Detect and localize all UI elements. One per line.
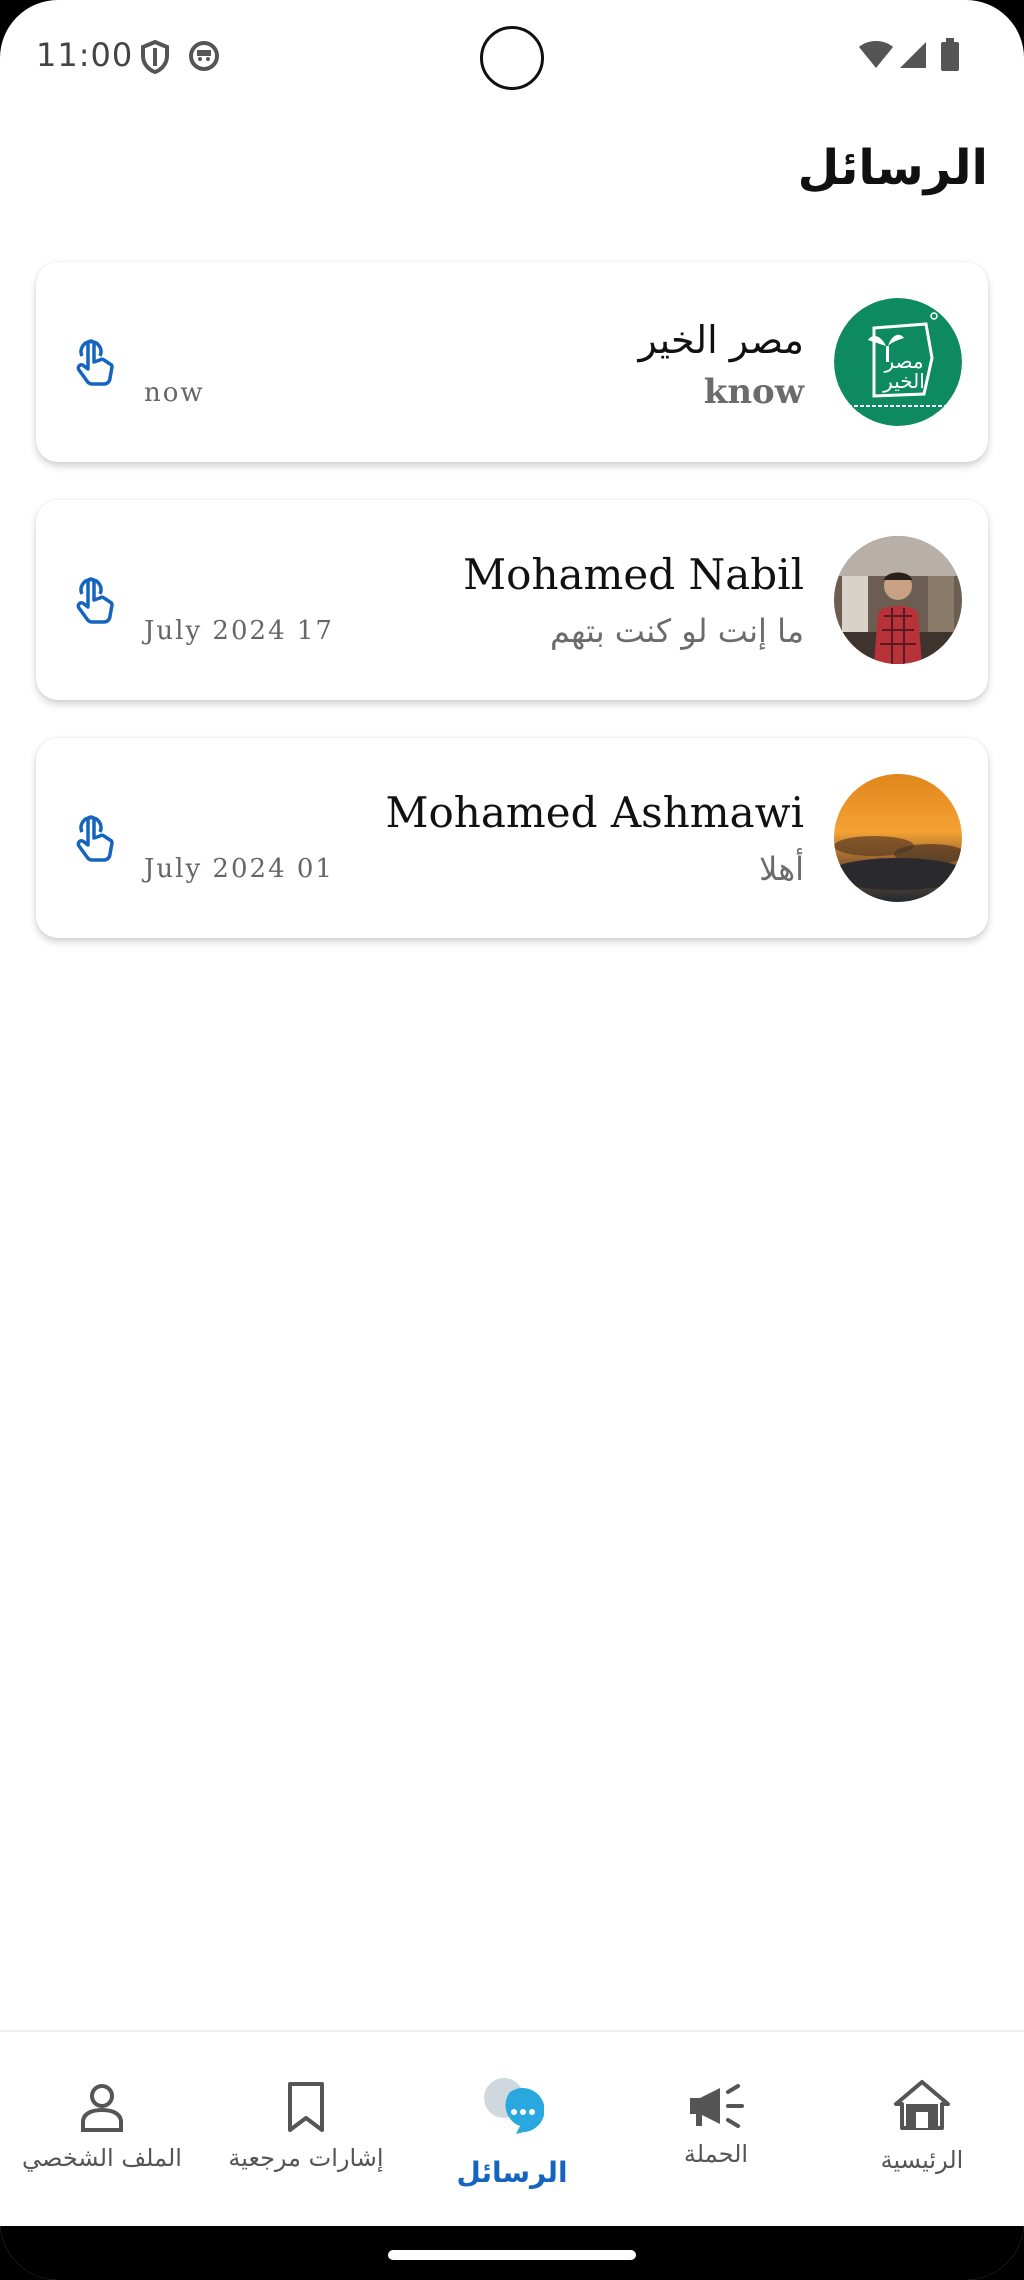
last-message: أهلا <box>759 850 804 888</box>
person-icon <box>81 2084 123 2132</box>
home-icon <box>894 2080 950 2130</box>
bottom-navigation: الملف الشخصي إشارات مرجعية الرسائل الحمل… <box>0 2030 1024 2226</box>
nav-item-bookmarks[interactable]: إشارات مرجعية <box>206 2032 406 2228</box>
status-time: 11:00 <box>36 36 134 74</box>
camera-cutout <box>480 26 544 90</box>
conversation-card[interactable]: مصر الخير مصر الخير know now <box>36 262 988 462</box>
nav-label: الرئيسية <box>880 2146 964 2174</box>
nav-item-home[interactable]: الرئيسية <box>822 2032 1022 2228</box>
nav-label: إشارات مرجعية <box>228 2144 384 2172</box>
misr-elkheir-logo: مصر الخير <box>834 298 962 426</box>
message-time: now <box>144 378 205 408</box>
last-message: know <box>703 372 804 412</box>
avatar: مصر الخير <box>834 298 962 426</box>
battery-icon <box>941 38 959 71</box>
nav-item-profile[interactable]: الملف الشخصي <box>2 2032 202 2228</box>
megaphone-icon <box>690 2084 744 2128</box>
conversation-name: Mohamed Nabil <box>463 550 804 599</box>
nav-item-campaign[interactable]: الحملة <box>616 2032 816 2228</box>
last-message: ما إنت لو كنت بتهم <box>550 612 804 650</box>
bookmark-icon <box>288 2082 324 2132</box>
svg-text:الخير: الخير <box>882 369 925 393</box>
chat-icon <box>484 2078 544 2134</box>
nav-label: الحملة <box>683 2140 749 2168</box>
nav-label: الرسائل <box>456 2156 568 2189</box>
message-time: July 2024 17 <box>144 616 334 646</box>
conversation-name: Mohamed Ashmawi <box>385 788 804 837</box>
conversation-card[interactable]: Mohamed Nabil ما إنت لو كنت بتهم July 20… <box>36 500 988 700</box>
shield-icon <box>141 40 169 74</box>
conversation-card[interactable]: Mohamed Ashmawi أهلا July 2024 01 <box>36 738 988 938</box>
message-time: July 2024 01 <box>144 854 334 884</box>
home-indicator[interactable] <box>388 2250 636 2260</box>
tap-gesture-icon <box>76 815 114 862</box>
sunset-photo <box>834 774 962 902</box>
status-bar: 11:00 <box>0 0 1024 116</box>
nav-item-messages[interactable]: الرسائل <box>412 2032 612 2228</box>
messages-screen: 11:00 الرسائل مصر الخير مصر الخير know n… <box>0 0 1024 2280</box>
avatar <box>834 536 962 664</box>
tap-gesture-icon <box>76 577 114 624</box>
profile-photo <box>834 536 962 664</box>
wifi-icon <box>859 41 893 68</box>
notification-app-icon <box>189 41 219 71</box>
nav-label: الملف الشخصي <box>22 2144 182 2172</box>
tap-gesture-icon <box>76 339 114 386</box>
page-title: الرسائل <box>797 140 988 196</box>
signal-icon <box>900 42 926 68</box>
avatar <box>834 774 962 902</box>
conversation-name: مصر الخير <box>638 318 804 362</box>
